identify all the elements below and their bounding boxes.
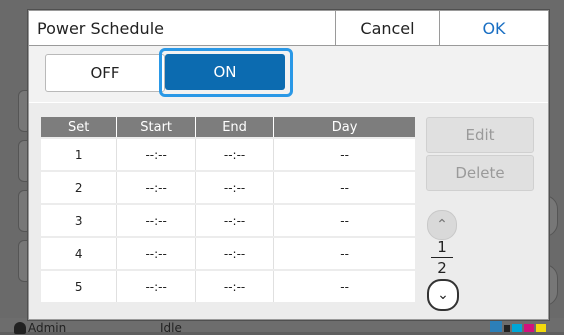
- chevron-up-icon: ⌃: [436, 217, 448, 233]
- page-current: 1: [437, 238, 447, 256]
- ink-icon: [490, 321, 502, 332]
- table-row[interactable]: 1 --:-- --:-- --: [41, 137, 415, 171]
- background-status-text: Idle: [160, 321, 182, 335]
- page-total: 2: [437, 259, 447, 277]
- off-toggle-button[interactable]: OFF: [45, 54, 165, 92]
- table-row[interactable]: 5 --:-- --:-- --: [41, 269, 415, 302]
- header-end: End: [194, 117, 274, 138]
- on-toggle-button[interactable]: ON: [165, 54, 285, 90]
- table-row[interactable]: 4 --:-- --:-- --: [41, 236, 415, 270]
- cell-day: --: [273, 269, 415, 302]
- table-row[interactable]: 2 --:-- --:-- --: [41, 170, 415, 204]
- dialog-title: Power Schedule: [37, 18, 164, 38]
- header-set: Set: [41, 117, 117, 138]
- table-header-row: Set Start End Day: [41, 117, 415, 138]
- delete-button[interactable]: Delete: [426, 155, 534, 191]
- header-start: Start: [116, 117, 196, 138]
- cell-end: --:--: [194, 236, 274, 270]
- background-status-bar: Admin Idle: [0, 318, 564, 335]
- power-schedule-dialog: Power Schedule Cancel OK OFF ON ▴ Set St…: [28, 10, 549, 320]
- cell-day: --: [273, 203, 415, 237]
- cell-start: --:--: [116, 137, 196, 171]
- table-row[interactable]: 3 --:-- --:-- --: [41, 203, 415, 237]
- schedule-content: Set Start End Day 1 --:-- --:-- -- 2 --:…: [29, 103, 548, 319]
- cell-day: --: [273, 170, 415, 204]
- cell-start: --:--: [116, 170, 196, 204]
- ink-indicator: [490, 321, 546, 332]
- cell-set: 3: [41, 203, 117, 237]
- cell-set: 1: [41, 137, 117, 171]
- background-user: Admin: [14, 321, 66, 335]
- ink-level-c: [512, 324, 522, 332]
- cell-set: 5: [41, 269, 117, 302]
- page-down-button[interactable]: ⌄: [427, 279, 459, 311]
- cell-set: 2: [41, 170, 117, 204]
- power-toggle-area: OFF ON ▴: [29, 46, 548, 126]
- ink-level-m: [524, 324, 534, 332]
- cell-start: --:--: [116, 236, 196, 270]
- schedule-table: Set Start End Day 1 --:-- --:-- -- 2 --:…: [41, 117, 415, 302]
- header-day: Day: [273, 117, 415, 138]
- cell-end: --:--: [194, 203, 274, 237]
- cell-start: --:--: [116, 203, 196, 237]
- chevron-down-icon: ⌄: [437, 287, 449, 303]
- cell-set: 4: [41, 236, 117, 270]
- page-up-button[interactable]: ⌃: [427, 210, 457, 240]
- ink-level-y: [536, 324, 546, 332]
- dialog-header: Power Schedule Cancel OK: [29, 11, 548, 46]
- ok-button[interactable]: OK: [439, 11, 548, 45]
- cell-day: --: [273, 137, 415, 171]
- page-divider: [431, 257, 453, 258]
- background-user-label: Admin: [28, 321, 67, 335]
- cell-day: --: [273, 236, 415, 270]
- edit-button[interactable]: Edit: [426, 117, 534, 153]
- cell-end: --:--: [194, 137, 274, 171]
- ink-level-k: [504, 325, 510, 332]
- cancel-button[interactable]: Cancel: [335, 11, 439, 45]
- cell-end: --:--: [194, 170, 274, 204]
- cell-start: --:--: [116, 269, 196, 302]
- page-indicator: 1 2: [431, 238, 453, 277]
- user-icon: [14, 322, 26, 334]
- cell-end: --:--: [194, 269, 274, 302]
